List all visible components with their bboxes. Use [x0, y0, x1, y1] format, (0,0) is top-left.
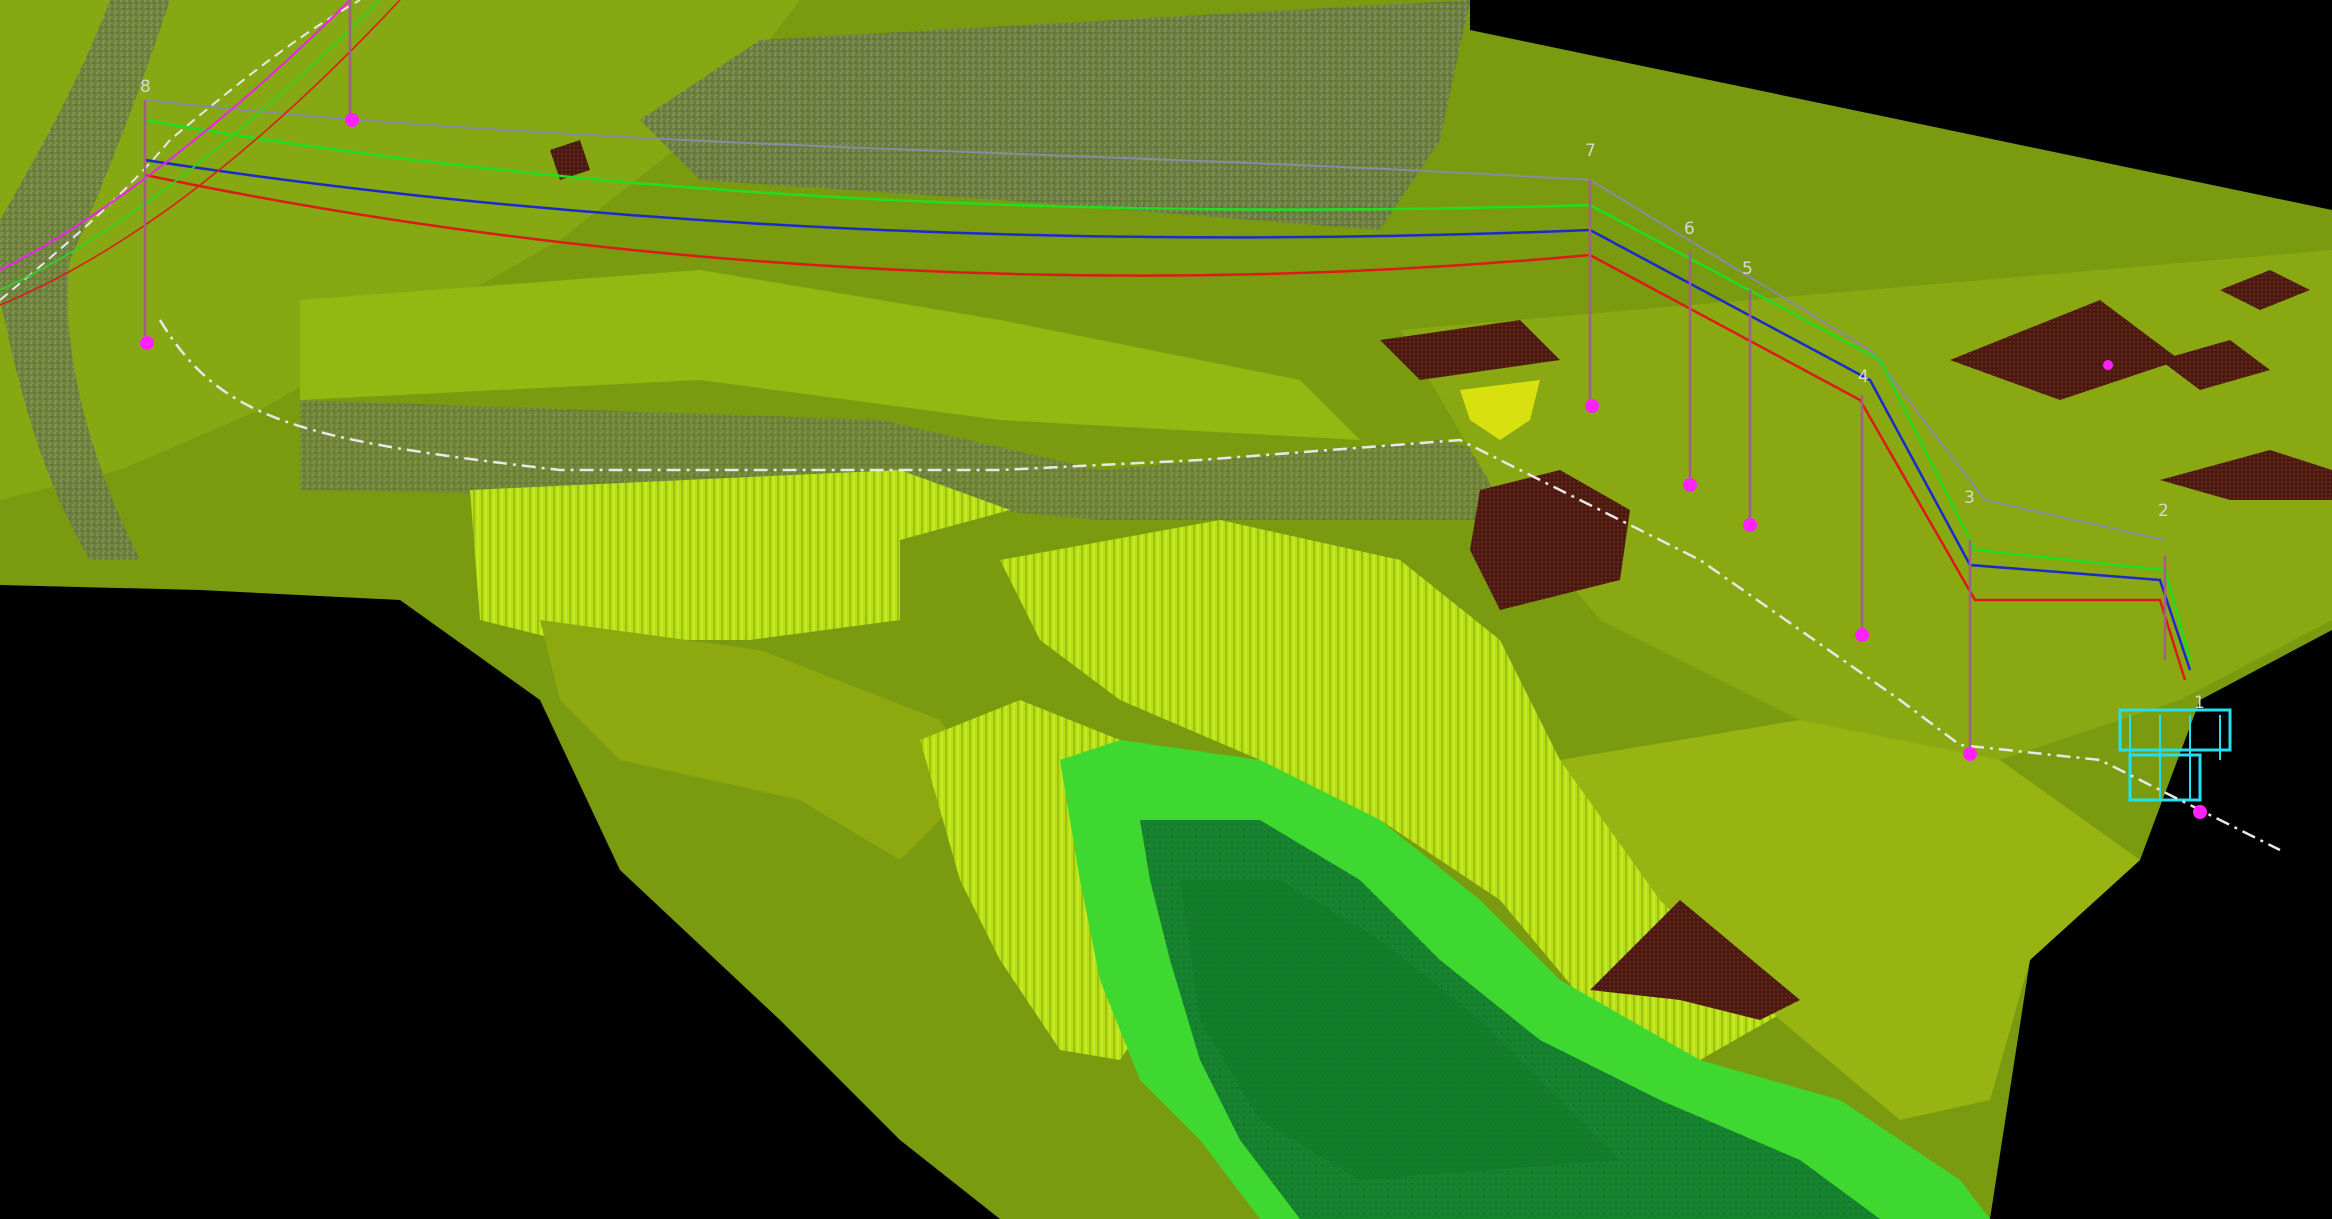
tower-label-6: 6 [1684, 219, 1695, 239]
tower-label-7: 7 [1585, 141, 1596, 161]
tower-label-2: 2 [2158, 501, 2169, 521]
terrain-scene[interactable]: 8 7 6 5 4 3 2 1 [0, 0, 2332, 1219]
tower-label-5: 5 [1742, 259, 1753, 279]
point-cloud-viewport[interactable]: 8 7 6 5 4 3 2 1 [0, 0, 2332, 1219]
tower-label-8: 8 [140, 77, 151, 97]
tower-label-1: 1 [2194, 693, 2205, 713]
tower-label-4: 4 [1858, 367, 1869, 387]
tower-label-3: 3 [1964, 488, 1975, 508]
